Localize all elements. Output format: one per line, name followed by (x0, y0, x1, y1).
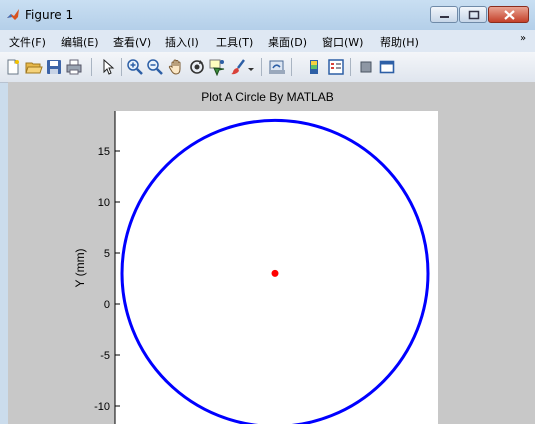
y-tick-label: 10 (98, 197, 110, 209)
center-point (271, 269, 279, 277)
axes[interactable]: 15 10 5 0 -5 -10 Y (mm) (0, 0, 535, 424)
y-axis-label: Y (mm) (73, 248, 87, 287)
y-tick-label: 15 (98, 146, 110, 158)
figure-window: Figure 1 文件(F) 编辑(E) 查看(V) 插入(I) 工具(T) 桌… (0, 0, 535, 424)
y-tick-label: -10 (94, 401, 110, 413)
y-tick-label: 5 (104, 248, 110, 260)
y-tick-label: -5 (100, 350, 110, 362)
y-tick-label: 0 (104, 299, 110, 311)
